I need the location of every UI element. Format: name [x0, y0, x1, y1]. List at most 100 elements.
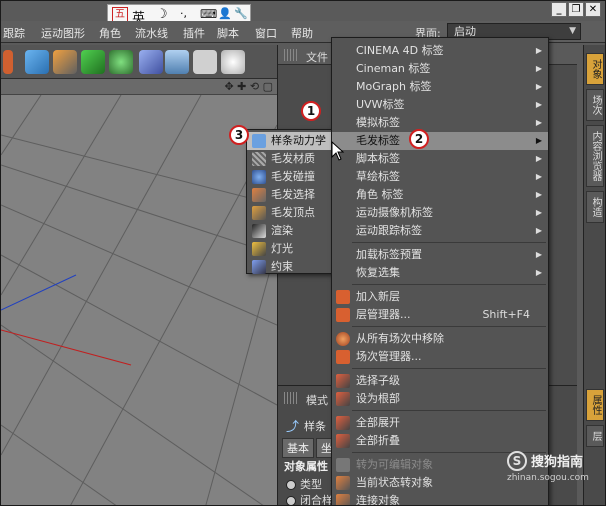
light-icon[interactable]: [221, 50, 245, 74]
viewport-header: ✥ ✚ ⟲ ▢: [1, 79, 277, 95]
menu-tracking[interactable]: 跟踪: [3, 25, 25, 41]
tab-objects[interactable]: 对象: [586, 53, 604, 85]
context-menu: CINEMA 4D 标签 ▶ Cineman 标签 ▶ MoGraph 标签 ▶ UV…: [331, 37, 549, 505]
menu-motion-tracking-tags[interactable]: 运动跟踪标签 ▶: [332, 222, 548, 240]
tab-attributes[interactable]: 属性: [586, 389, 604, 421]
menu-load-tag-preset[interactable]: 加载标签预置 ▶: [332, 246, 548, 264]
menu-separator: [352, 284, 546, 285]
floor-icon[interactable]: [165, 50, 189, 74]
menu-c4d-tags[interactable]: CINEMA 4D 标签 ▶: [332, 42, 548, 60]
object-properties-label: 对象属性: [284, 460, 328, 473]
hair-collision-icon: [252, 170, 266, 184]
menu-separator: [352, 326, 546, 327]
constraint-icon: [252, 260, 266, 274]
menu-uvw-tags[interactable]: UVW标签 ▶: [332, 96, 548, 114]
chevron-right-icon: ▶: [535, 208, 542, 217]
deformer-icon[interactable]: [139, 50, 163, 74]
radio-icon[interactable]: [286, 496, 296, 505]
menu-script-tags[interactable]: 脚本标签 ▶: [332, 150, 548, 168]
window-controls: _ ❐ ✕: [550, 2, 601, 20]
toolbar-edge-icon[interactable]: [3, 50, 13, 74]
menu-layer-manager[interactable]: 层管理器... Shift+F4: [332, 306, 548, 324]
hair-material-icon: [252, 152, 266, 166]
menu-hair-tags[interactable]: 毛发标签 ▶: [332, 132, 548, 150]
pen-icon[interactable]: [53, 50, 77, 74]
viewport-nav-icons[interactable]: ✥ ✚ ⟲ ▢: [224, 80, 273, 93]
submenu-hair-material[interactable]: 毛发材质: [247, 150, 335, 168]
submenu-spline-dynamics[interactable]: 样条动力学: [247, 132, 335, 150]
light-icon: [252, 242, 266, 256]
tab-structure[interactable]: 构造: [586, 191, 604, 223]
chevron-right-icon: ▶: [535, 250, 542, 259]
tab-basic[interactable]: 基本: [282, 438, 314, 458]
menu-mograph[interactable]: 运动图形: [41, 25, 85, 41]
punctuation-icon[interactable]: ·,: [180, 7, 187, 20]
chevron-right-icon: ▶: [535, 154, 542, 163]
menu-window[interactable]: 窗口: [255, 25, 277, 41]
menu-plugins[interactable]: 插件: [183, 25, 205, 41]
tab-takes[interactable]: 场次: [586, 89, 604, 121]
menu-simulation-tags[interactable]: 模拟标签 ▶: [332, 114, 548, 132]
wrench-icon[interactable]: 🔧: [234, 7, 248, 20]
hair-vertex-icon: [252, 206, 266, 220]
menu-remove-from-all-takes[interactable]: 从所有场次中移除: [332, 330, 548, 348]
menu-set-as-root[interactable]: 设为根部: [332, 390, 548, 408]
menu-help[interactable]: 帮助: [291, 25, 313, 41]
menu-add-new-layer[interactable]: 加入新层: [332, 288, 548, 306]
close-button[interactable]: ✕: [585, 2, 601, 17]
cube-icon[interactable]: [25, 50, 49, 74]
menu-character-tags[interactable]: 角色 标签 ▶: [332, 186, 548, 204]
menu-cineman-tags[interactable]: Cineman 标签 ▶: [332, 60, 548, 78]
submenu-render[interactable]: 渲染: [247, 222, 335, 240]
watermark: S 搜狗指南 zhinan.sogou.com: [507, 449, 603, 489]
menu-connect-objects[interactable]: 连接对象: [332, 492, 548, 505]
x-axis-line: [1, 329, 132, 366]
tab-content-browser[interactable]: 内容浏览器: [586, 125, 604, 187]
chevron-right-icon: ▶: [535, 190, 542, 199]
menu-collapse-all[interactable]: 全部折叠: [332, 432, 548, 450]
submenu-light[interactable]: 灯光: [247, 240, 335, 258]
mouse-cursor-icon: [331, 141, 345, 161]
menu-restore-selection[interactable]: 恢复选集 ▶: [332, 264, 548, 282]
user-icon[interactable]: 👤: [218, 7, 232, 20]
make-editable-icon: [336, 458, 350, 472]
step-badge-3: 3: [229, 125, 249, 145]
moon-icon[interactable]: ☽: [156, 7, 168, 22]
menu-character[interactable]: 角色: [99, 25, 121, 41]
right-tab-strip: 对象 场次 内容浏览器 构造 属性 层: [583, 45, 605, 505]
attr-mode-menu[interactable]: 模式: [306, 392, 328, 408]
render-icon: [252, 224, 266, 238]
closed-row[interactable]: 闭合样: [286, 492, 333, 505]
menu-pipeline[interactable]: 流水线: [135, 25, 168, 41]
menu-expand-all[interactable]: 全部展开: [332, 414, 548, 432]
camera-icon[interactable]: [193, 50, 217, 74]
restore-button[interactable]: ❐: [568, 2, 584, 17]
chevron-right-icon: ▶: [535, 268, 542, 277]
radio-icon[interactable]: [286, 480, 296, 490]
watermark-name: 搜狗指南: [531, 455, 584, 470]
grip-icon[interactable]: [284, 392, 298, 404]
menu-mograph-tags[interactable]: MoGraph 标签 ▶: [332, 78, 548, 96]
tab-layers[interactable]: 层: [586, 425, 604, 447]
submenu-hair-vertex[interactable]: 毛发顶点: [247, 204, 335, 222]
keyboard-icon[interactable]: ⌨: [200, 7, 217, 21]
menu-sketch-tags[interactable]: 草绘标签 ▶: [332, 168, 548, 186]
menu-script[interactable]: 脚本: [217, 25, 239, 41]
subdivision-icon[interactable]: [81, 50, 105, 74]
type-row[interactable]: 类型: [286, 476, 322, 492]
submenu-constraint[interactable]: 约束: [247, 258, 335, 276]
menu-select-children[interactable]: 选择子级: [332, 372, 548, 390]
object-file-menu[interactable]: 文件: [306, 49, 328, 65]
menu-motion-camera-tags[interactable]: 运动摄像机标签 ▶: [332, 204, 548, 222]
menu-take-manager[interactable]: 场次管理器...: [332, 348, 548, 366]
minimize-button[interactable]: _: [551, 2, 567, 17]
submenu-hair-collision[interactable]: 毛发碰撞: [247, 168, 335, 186]
watermark-url: zhinan.sogou.com: [507, 473, 589, 483]
hair-selection-icon: [252, 188, 266, 202]
viewport-grid: [1, 95, 277, 505]
chevron-down-icon: ▼: [569, 26, 576, 36]
cloner-icon[interactable]: [109, 50, 133, 74]
grip-icon[interactable]: [284, 49, 298, 61]
submenu-hair-selection[interactable]: 毛发选择: [247, 186, 335, 204]
attr-object-name: 样条: [304, 420, 326, 433]
